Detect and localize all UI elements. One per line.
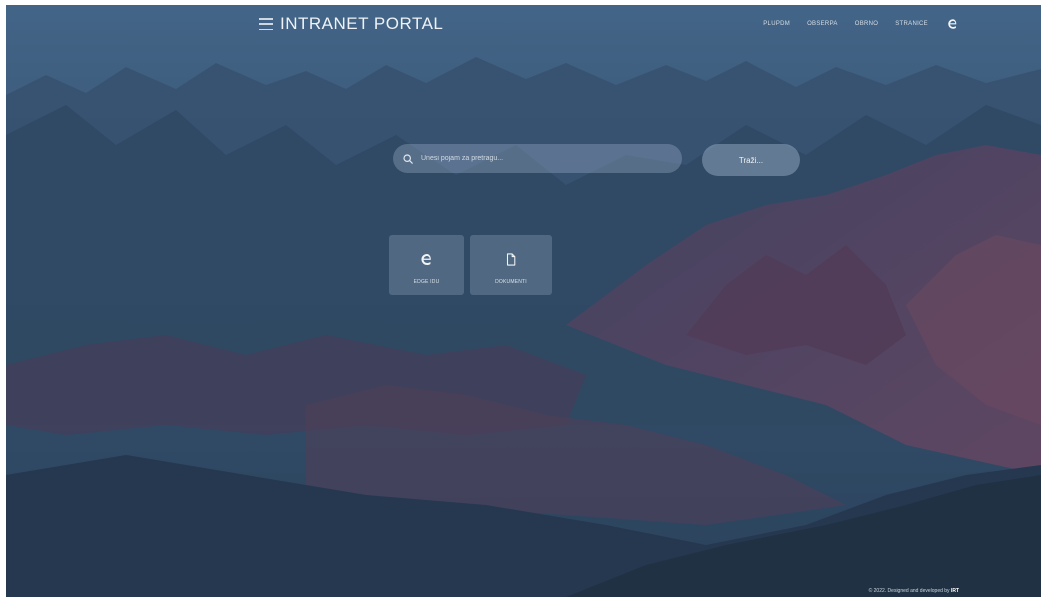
mountain-background — [6, 5, 1041, 597]
top-nav: PLUPDM OBSERPA OBRNO STRANICE — [763, 18, 959, 30]
menu-icon[interactable] — [259, 18, 273, 30]
tile-edge-label: EDGE IDU — [413, 278, 440, 285]
search-bar — [393, 144, 682, 173]
tile-edge[interactable]: EDGE IDU — [389, 235, 464, 295]
footer-author[interactable]: IRT — [951, 588, 959, 594]
search-icon — [403, 153, 413, 164]
tile-documents-label: DOKUMENTI — [495, 278, 527, 285]
search-input[interactable] — [421, 148, 682, 169]
brand-title: INTRANET PORTAL — [280, 14, 444, 33]
nav-item-obrno[interactable]: OBRNO — [855, 21, 879, 27]
nav-item-stranice[interactable]: STRANICE — [895, 21, 928, 27]
document-icon — [506, 252, 516, 266]
edge-browser-icon — [420, 253, 431, 265]
brand[interactable]: INTRANET PORTAL — [259, 12, 443, 36]
nav-item-obserpa[interactable]: OBSERPA — [807, 21, 838, 27]
nav-item-plupdm[interactable]: PLUPDM — [763, 21, 790, 27]
search-button[interactable]: Traži... — [702, 144, 800, 176]
edge-browser-icon[interactable] — [947, 18, 959, 30]
footer: © 2022. Designed and developed by IRT — [869, 588, 959, 594]
app-window: INTRANET PORTAL PLUPDM OBSERPA OBRNO STR… — [6, 5, 1041, 597]
tile-documents[interactable]: DOKUMENTI — [470, 235, 552, 295]
footer-text: © 2022. Designed and developed by — [868, 588, 950, 594]
